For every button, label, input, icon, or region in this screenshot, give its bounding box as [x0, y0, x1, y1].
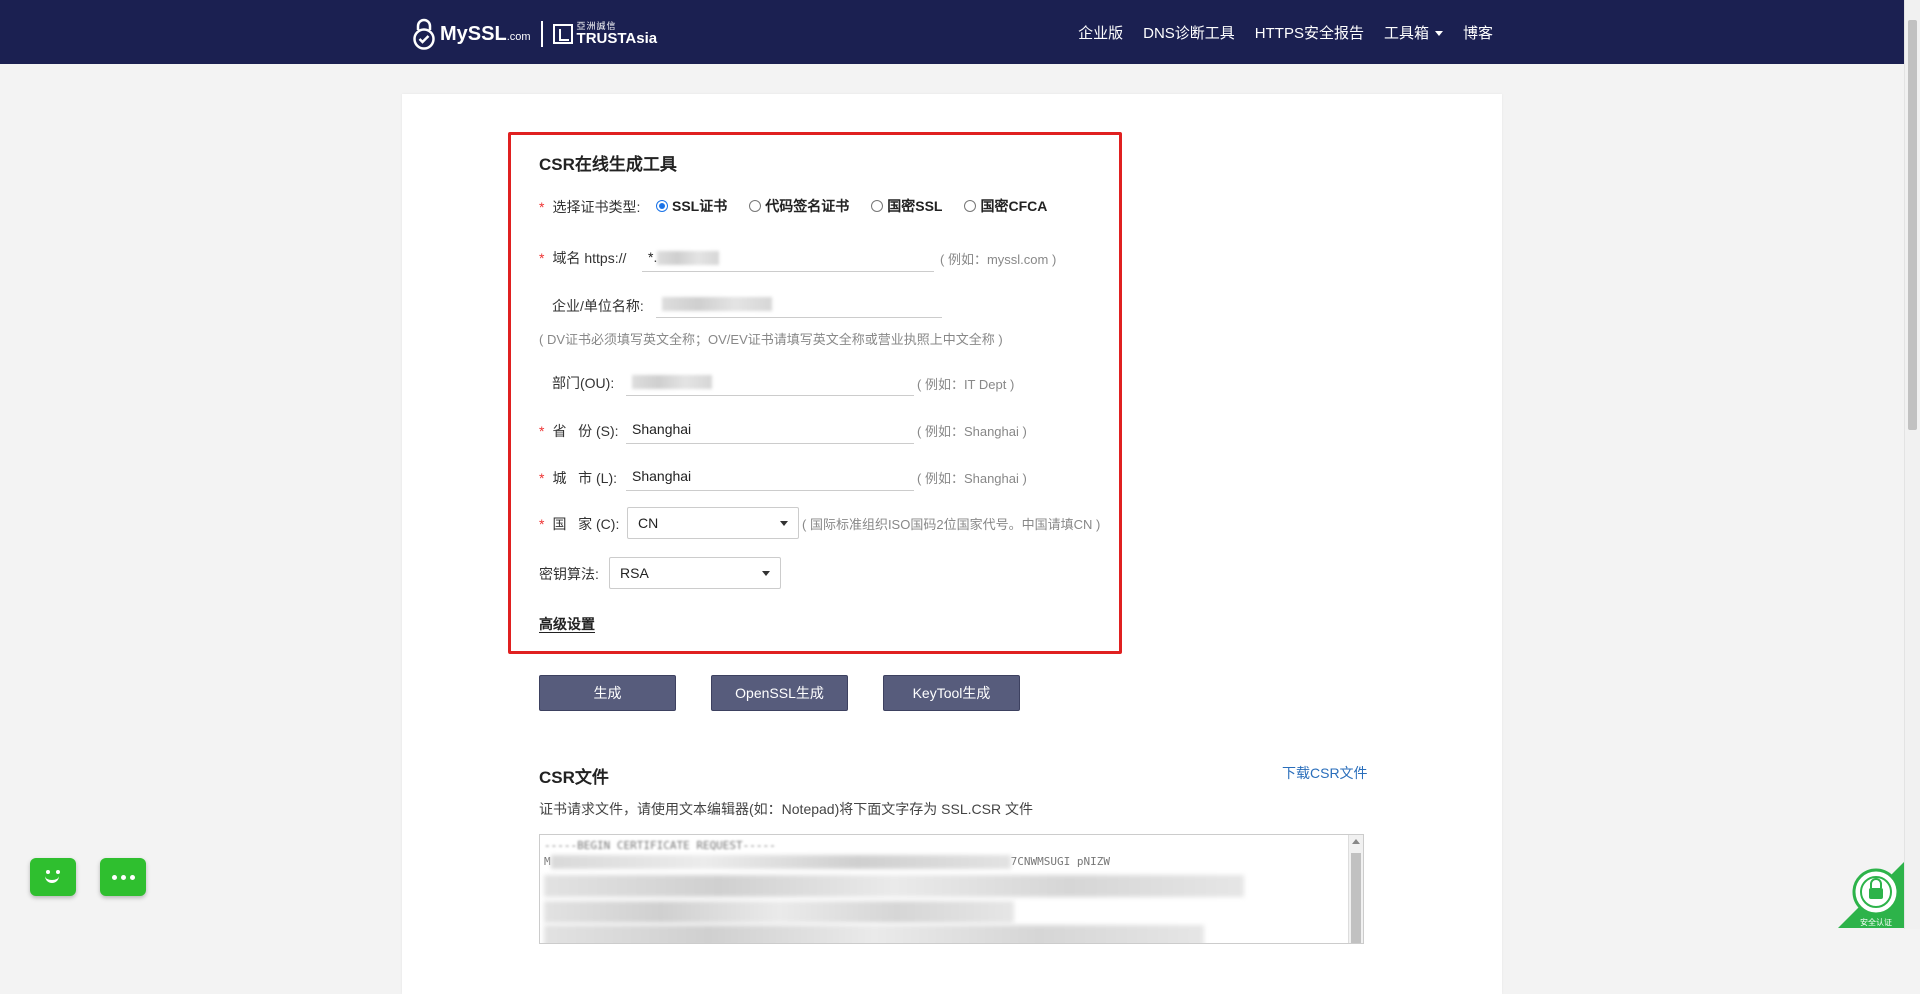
radio-selected-icon[interactable]	[656, 200, 668, 212]
trustasia-wordmark: 亞洲誠信 TRUSTAsia	[576, 21, 658, 47]
csr-first-line: -----BEGIN CERTIFICATE REQUEST-----	[544, 839, 776, 852]
main-nav: 企业版 DNS诊断工具 HTTPS安全报告 工具箱 博客	[1078, 0, 1493, 64]
required-mark: *	[539, 470, 545, 486]
logo-divider	[540, 21, 543, 47]
org-label: 企业/单位名称:	[552, 298, 644, 314]
download-csr-link[interactable]: 下载CSR文件	[1282, 763, 1368, 783]
ellipsis-icon	[112, 875, 117, 880]
nav-blog[interactable]: 博客	[1463, 22, 1493, 43]
redacted-row	[544, 875, 1244, 897]
site-logo[interactable]: MySSL.com 亞洲誠信 TRUSTAsia	[412, 16, 657, 52]
domain-hint: ( 例如：myssl.com )	[940, 252, 1057, 267]
ellipsis-dot	[121, 875, 126, 880]
redacted-value	[632, 375, 712, 390]
advanced-settings-link[interactable]: 高级设置	[539, 614, 595, 634]
csr-description: 证书请求文件，请使用文本编辑器(如：Notepad)将下面文字存为 SSL.CS…	[539, 801, 1033, 817]
city-input[interactable]: Shanghai	[626, 461, 914, 491]
state-hint: ( 例如：Shanghai )	[917, 424, 1027, 439]
cert-type-radio-group: SSL证书 代码签名证书 国密SSL 国密CFCA	[656, 196, 1069, 216]
radio-icon[interactable]	[749, 200, 762, 212]
trustasia-icon	[552, 24, 573, 44]
city-label: * 城 市 (L):	[539, 470, 618, 486]
domain-label: * 域名 https://	[539, 250, 627, 266]
country-label: * 国 家 (C):	[539, 516, 620, 532]
ou-hint: ( 例如：IT Dept )	[917, 377, 1015, 392]
state-label: * 省 份 (S):	[539, 423, 619, 439]
brand-name: MySSL.com	[440, 22, 531, 45]
scrollbar-thumb[interactable]	[1351, 853, 1361, 943]
nav-enterprise[interactable]: 企业版	[1078, 22, 1123, 43]
nav-dns-tool[interactable]: DNS诊断工具	[1143, 22, 1235, 43]
chevron-down-icon	[1434, 31, 1443, 37]
radio-code-signing[interactable]: 代码签名证书	[749, 196, 849, 216]
country-select[interactable]: CN	[627, 507, 799, 539]
csr-second-line: M 7CNWMSUGI pNIZW	[544, 855, 1110, 869]
radio-ssl[interactable]: SSL证书	[656, 196, 727, 216]
myssl-lock-icon	[413, 18, 435, 50]
csr-section-title: CSR文件	[539, 768, 609, 787]
required-mark: *	[539, 199, 545, 215]
dropdown-caret-icon	[780, 521, 788, 526]
ou-input[interactable]	[626, 366, 914, 396]
keytool-generate-button[interactable]: KeyTool生成	[883, 675, 1020, 711]
smiley-icon-eye	[56, 870, 60, 874]
ou-label: 部门(OU):	[552, 375, 615, 391]
required-mark: *	[539, 423, 545, 439]
page-scrollbar[interactable]	[1904, 0, 1920, 929]
top-navbar: MySSL.com 亞洲誠信 TRUSTAsia 企业版 DNS诊断工具 HTT…	[0, 0, 1905, 64]
more-chat-button[interactable]	[100, 858, 146, 896]
svg-text:安全认证: 安全认证	[1860, 917, 1892, 927]
city-hint: ( 例如：Shanghai )	[917, 471, 1027, 486]
key-algo-select[interactable]: RSA	[609, 557, 781, 589]
smiley-icon	[46, 870, 50, 874]
state-input[interactable]: Shanghai	[626, 414, 914, 444]
cert-type-label: * 选择证书类型:	[539, 199, 641, 215]
org-input[interactable]	[656, 288, 942, 318]
dropdown-caret-icon	[762, 571, 770, 576]
csr-textarea[interactable]: -----BEGIN CERTIFICATE REQUEST----- M 7CN…	[539, 834, 1364, 944]
textarea-scrollbar[interactable]	[1348, 835, 1363, 943]
radio-icon[interactable]	[871, 200, 884, 212]
redacted-value	[662, 297, 772, 312]
nav-https-report[interactable]: HTTPS安全报告	[1255, 22, 1364, 43]
scrollbar-thumb[interactable]	[1908, 20, 1917, 430]
form-title: CSR在线生成工具	[539, 155, 677, 174]
required-mark: *	[539, 250, 545, 266]
radio-icon[interactable]	[964, 200, 977, 212]
redacted-value	[550, 855, 1011, 869]
redacted-value	[657, 251, 720, 266]
openssl-generate-button[interactable]: OpenSSL生成	[711, 675, 848, 711]
redacted-row	[544, 901, 1014, 923]
radio-sm-cfca[interactable]: 国密CFCA	[964, 196, 1047, 216]
security-seal-icon[interactable]: 安全认证	[1838, 862, 1904, 928]
generate-button[interactable]: 生成	[539, 675, 676, 711]
org-note: ( DV证书必须填写英文全称；OV/EV证书请填写英文全称或营业执照上中文全称 …	[539, 332, 1003, 347]
key-algo-label: 密钥算法:	[539, 566, 599, 582]
radio-sm-ssl[interactable]: 国密SSL	[871, 196, 942, 216]
scroll-up-icon[interactable]	[1352, 839, 1360, 844]
smiley-mouth	[45, 876, 59, 883]
nav-toolbox[interactable]: 工具箱	[1384, 22, 1443, 43]
required-mark: *	[539, 516, 545, 532]
ellipsis-dot	[130, 875, 135, 880]
country-hint: ( 国际标准组织ISO国码2位国家代号。中国请填CN )	[802, 517, 1101, 532]
redacted-row	[544, 925, 1204, 943]
chat-bot-button[interactable]	[30, 858, 76, 896]
domain-input[interactable]: *.	[642, 242, 934, 272]
